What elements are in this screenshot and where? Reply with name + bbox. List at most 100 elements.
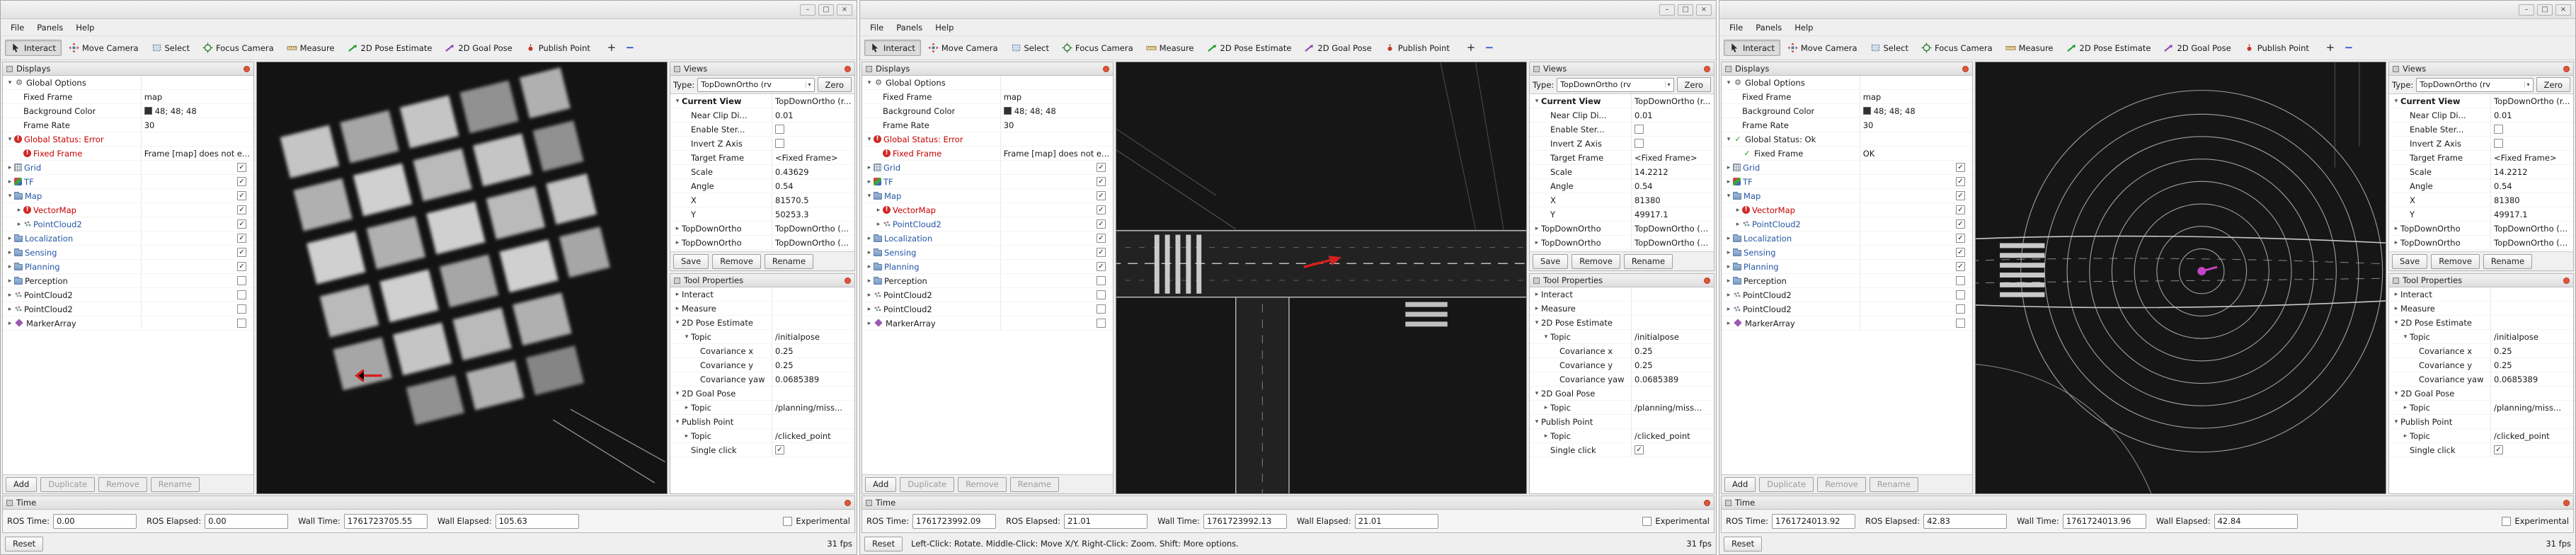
expand-arrow-icon[interactable]: ▸ bbox=[673, 302, 682, 315]
property-row-topic[interactable]: ▸Topic/clicked_point bbox=[1530, 429, 1714, 443]
expand-arrow-icon[interactable]: ▸ bbox=[6, 260, 14, 273]
displays-panel-header[interactable]: Displays bbox=[862, 62, 1113, 76]
expand-arrow-icon[interactable]: ▸ bbox=[682, 401, 691, 414]
collapse-arrow-icon[interactable]: ▾ bbox=[673, 94, 682, 108]
panel-close-icon[interactable] bbox=[2563, 278, 2570, 284]
property-row-target-frame[interactable]: Target Frame<Fixed Frame> bbox=[1530, 151, 1714, 165]
property-row-2d-pose-estimate[interactable]: ▾2D Pose Estimate bbox=[1530, 316, 1714, 330]
expand-arrow-icon[interactable]: ▸ bbox=[1724, 161, 1733, 174]
property-row-fixed-frame[interactable]: Fixed FrameFrame [map] does not exist bbox=[3, 147, 253, 161]
property-row-map[interactable]: ▾Map✓ bbox=[3, 189, 253, 203]
property-value[interactable]: 0.25 bbox=[1635, 344, 1653, 357]
property-value[interactable]: 0.25 bbox=[2494, 344, 2512, 357]
menu-panels[interactable]: Panels bbox=[891, 21, 928, 34]
tool-interact[interactable]: Interact bbox=[864, 40, 921, 56]
property-value[interactable]: /initialpose bbox=[1635, 330, 1679, 343]
property-row-angle[interactable]: Angle0.54 bbox=[2389, 179, 2573, 193]
checkbox[interactable]: ✓ bbox=[237, 205, 246, 214]
expand-arrow-icon[interactable]: ▸ bbox=[865, 316, 874, 330]
checkbox[interactable] bbox=[1097, 290, 1106, 299]
property-row-current-view[interactable]: ▾Current ViewTopDownOrtho (r... bbox=[1530, 94, 1714, 108]
property-value[interactable]: <Fixed Frame> bbox=[1635, 151, 1698, 164]
expand-arrow-icon[interactable]: ▸ bbox=[1542, 401, 1550, 414]
property-row-y[interactable]: Y50253.3 bbox=[670, 207, 854, 222]
tool-publish-point[interactable]: Publish Point bbox=[520, 40, 596, 56]
property-value[interactable]: /initialpose bbox=[775, 330, 820, 343]
window-titlebar[interactable]: – □ × bbox=[860, 1, 1716, 19]
panel-close-icon[interactable] bbox=[1704, 500, 1710, 506]
checkbox[interactable]: ✓ bbox=[237, 177, 246, 186]
tool-measure[interactable]: Measure bbox=[2000, 40, 2059, 56]
expand-arrow-icon[interactable]: ▸ bbox=[865, 288, 874, 302]
maximize-button[interactable]: □ bbox=[2537, 4, 2553, 16]
property-value[interactable]: TopDownOrtho (rvi... bbox=[775, 222, 852, 235]
property-row-covariance-x[interactable]: Covariance x0.25 bbox=[670, 344, 854, 358]
close-button[interactable]: × bbox=[2555, 4, 2571, 16]
property-value[interactable]: 30 bbox=[144, 118, 155, 132]
collapse-arrow-icon[interactable]: ▾ bbox=[1533, 387, 1541, 400]
tool-select[interactable]: Select bbox=[146, 40, 195, 56]
panel-close-icon[interactable] bbox=[244, 66, 250, 72]
property-value[interactable]: 0.25 bbox=[2494, 358, 2512, 372]
property-row-angle[interactable]: Angle0.54 bbox=[1530, 179, 1714, 193]
save-button[interactable]: Save bbox=[2392, 254, 2427, 269]
property-row-background-color[interactable]: Background Color48; 48; 48 bbox=[862, 104, 1113, 118]
checkbox[interactable]: ✓ bbox=[1097, 163, 1106, 172]
checkbox[interactable] bbox=[1956, 276, 1965, 285]
expand-arrow-icon[interactable]: ▸ bbox=[6, 274, 14, 287]
expand-arrow-icon[interactable]: ▸ bbox=[1533, 287, 1541, 301]
tool-measure[interactable]: Measure bbox=[281, 40, 340, 56]
remove-button[interactable]: Remove bbox=[98, 477, 147, 492]
property-row-global-status-error[interactable]: ▾Global Status: Error bbox=[862, 132, 1113, 147]
property-row-topdownortho[interactable]: ▸TopDownOrthoTopDownOrtho (rvi... bbox=[1530, 236, 1714, 250]
property-row-interact[interactable]: ▸Interact bbox=[2389, 287, 2573, 302]
property-row-localization[interactable]: ▸Localization✓ bbox=[862, 231, 1113, 246]
property-row-2d-goal-pose[interactable]: ▾2D Goal Pose bbox=[1530, 387, 1714, 401]
checkbox[interactable]: ✓ bbox=[237, 191, 246, 200]
tool-focus-camera[interactable]: Focus Camera bbox=[197, 40, 280, 56]
property-row-vectormap[interactable]: ▸VectorMap✓ bbox=[1722, 203, 1972, 217]
property-row-topdownortho[interactable]: ▸TopDownOrthoTopDownOrtho (rvi... bbox=[2389, 236, 2573, 250]
menu-panels[interactable]: Panels bbox=[31, 21, 69, 34]
property-row-map[interactable]: ▾Map✓ bbox=[862, 189, 1113, 203]
tool-move-camera[interactable]: Move Camera bbox=[922, 40, 1004, 56]
collapse-arrow-icon[interactable]: ▾ bbox=[1724, 132, 1733, 146]
wall-time-value[interactable]: 1761724013.96 bbox=[2063, 514, 2146, 529]
checkbox[interactable]: ✓ bbox=[1956, 219, 1965, 229]
property-row-background-color[interactable]: Background Color48; 48; 48 bbox=[3, 104, 253, 118]
tool-2d-pose-estimate[interactable]: 2D Pose Estimate bbox=[342, 40, 438, 56]
property-row-topic[interactable]: ▸Topic/planning/miss... bbox=[670, 401, 854, 415]
property-row-planning[interactable]: ▸Planning✓ bbox=[3, 260, 253, 274]
wall-elapsed-value[interactable]: 21.01 bbox=[1355, 514, 1438, 529]
expand-arrow-icon[interactable]: ▸ bbox=[6, 231, 14, 245]
checkbox[interactable] bbox=[775, 125, 784, 134]
remove-button[interactable]: Remove bbox=[712, 254, 761, 269]
maximize-button[interactable]: □ bbox=[1678, 4, 1693, 16]
tool-measure[interactable]: Measure bbox=[1140, 40, 1200, 56]
add-button[interactable]: Add bbox=[1724, 477, 1756, 492]
expand-arrow-icon[interactable]: ▸ bbox=[865, 175, 874, 188]
expand-arrow-icon[interactable]: ▸ bbox=[1533, 222, 1541, 235]
tool-2d-pose-estimate[interactable]: 2D Pose Estimate bbox=[2061, 40, 2157, 56]
window-titlebar[interactable]: – □ × bbox=[1, 1, 857, 19]
expand-arrow-icon[interactable]: ▸ bbox=[2392, 236, 2400, 249]
save-button[interactable]: Save bbox=[1533, 254, 1568, 269]
tool-focus-camera[interactable]: Focus Camera bbox=[1056, 40, 1139, 56]
expand-arrow-icon[interactable]: ▸ bbox=[865, 231, 874, 245]
property-row-vectormap[interactable]: ▸VectorMap✓ bbox=[862, 203, 1113, 217]
minimize-button[interactable]: – bbox=[800, 4, 815, 16]
ros-elapsed-value[interactable]: 0.00 bbox=[205, 514, 288, 529]
property-value[interactable]: TopDownOrtho (r... bbox=[1635, 94, 1710, 108]
expand-arrow-icon[interactable]: ▸ bbox=[1724, 246, 1733, 259]
menu-help[interactable]: Help bbox=[1789, 21, 1819, 34]
property-row-topic[interactable]: ▾Topic/initialpose bbox=[2389, 330, 2573, 344]
checkbox[interactable] bbox=[1635, 125, 1644, 134]
time-panel-header[interactable]: Time bbox=[862, 496, 1714, 510]
expand-arrow-icon[interactable]: ▸ bbox=[682, 429, 691, 442]
property-row-tf[interactable]: ▸TF✓ bbox=[1722, 175, 1972, 189]
checkbox[interactable]: ✓ bbox=[1956, 262, 1965, 271]
property-row-near-clip-di[interactable]: Near Clip Di...0.01 bbox=[670, 108, 854, 122]
collapse-arrow-icon[interactable]: ▾ bbox=[865, 132, 874, 146]
ros-elapsed-value[interactable]: 21.01 bbox=[1064, 514, 1147, 529]
property-value[interactable]: 81380 bbox=[2494, 193, 2520, 207]
